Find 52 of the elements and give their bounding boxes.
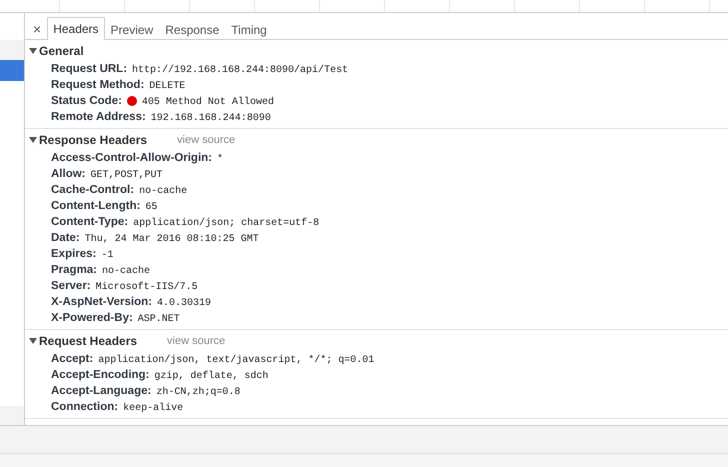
expanded-arrow-icon[interactable]	[29, 337, 37, 345]
tab[interactable]: Timing	[225, 18, 273, 40]
header-name: Server:	[51, 279, 91, 294]
header-value: GET,POST,PUT	[90, 169, 163, 183]
header-value: 4.0.30319	[156, 297, 211, 311]
section-title[interactable]: Request Headers	[39, 334, 138, 348]
header-value: no-cache	[102, 264, 150, 279]
section-title[interactable]: Response Headers	[39, 133, 148, 147]
close-button[interactable]: ×	[29, 18, 46, 40]
header-value: 65	[145, 201, 158, 215]
header-value: -1	[101, 249, 114, 263]
header-value: ASP.NET	[138, 313, 180, 327]
header-name: X-AspNet-Version:	[51, 295, 152, 310]
header-value: *	[217, 152, 224, 167]
header-name: Accept-Language:	[51, 384, 152, 399]
header-name: X-Powered-By:	[51, 311, 133, 326]
header-value: 405 Method Not Allowed	[142, 96, 274, 110]
list-footer	[0, 406, 24, 425]
header-name: Accept-Encoding:	[51, 368, 150, 383]
header-name: Pragma:	[51, 263, 98, 278]
view-source-link[interactable]: view source	[167, 335, 226, 347]
header-name: Accept:	[51, 352, 94, 367]
header-value: Thu, 24 Mar 2016 08:10:25 GMT	[84, 232, 259, 247]
tab[interactable]: Headers	[47, 17, 105, 40]
header-name: Request URL:	[51, 62, 128, 77]
expanded-arrow-icon[interactable]	[29, 136, 37, 144]
header-value: Microsoft-IIS/7.5	[96, 280, 198, 295]
header-value: application/json, text/javascript, */*; q=0.01	[98, 354, 374, 368]
header-name: Remote Address:	[51, 110, 146, 125]
header-value: zh-CN,zh;q=0.8	[156, 386, 240, 400]
header-name: Cache-Control:	[51, 183, 134, 198]
header-name: Request Method:	[51, 78, 144, 93]
header-value: DELETE	[149, 80, 186, 94]
header-value: gzip, deflate, sdch	[154, 370, 268, 384]
header-name: Allow:	[51, 167, 86, 182]
header-name: Status Code:	[51, 94, 122, 109]
view-source-link[interactable]: view source	[177, 134, 236, 146]
tab[interactable]: Response	[159, 18, 226, 40]
section-title[interactable]: General	[39, 44, 84, 58]
header-name: Connection:	[51, 400, 118, 415]
expanded-arrow-icon[interactable]	[29, 47, 37, 55]
header-name: Date:	[51, 231, 80, 246]
tab[interactable]: Preview	[104, 18, 160, 40]
header-value: 192.168.168.244:8090	[150, 112, 271, 126]
header-name: Content-Type:	[51, 215, 128, 230]
header-name: Expires:	[51, 247, 96, 262]
header-name: Content-Length:	[51, 199, 140, 214]
header-value: no-cache	[139, 184, 188, 199]
header-value: keep-alive	[123, 402, 184, 416]
header-name: Access-Control-Allow-Origin:	[51, 151, 212, 166]
header-value: application/json; charset=utf-8	[133, 216, 320, 231]
header-value: http://192.168.168.244:8090/api/Test	[132, 64, 348, 78]
